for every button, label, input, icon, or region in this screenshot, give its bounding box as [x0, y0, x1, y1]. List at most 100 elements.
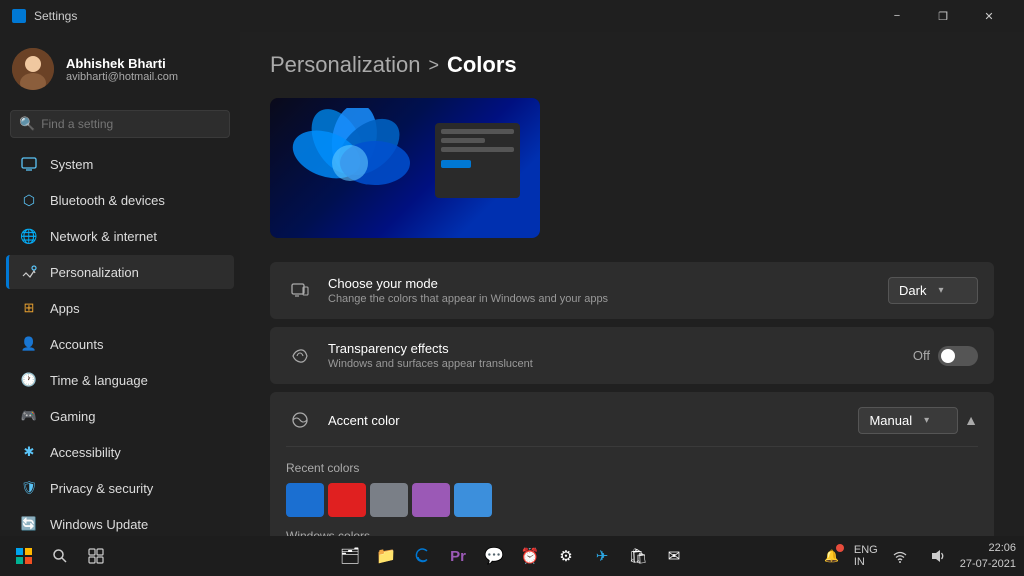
search-taskbar-button[interactable] [44, 540, 76, 572]
accent-dropdown-value: Manual [869, 413, 912, 428]
taskbar-feedback[interactable]: 💬 [478, 540, 510, 572]
breadcrumb-separator: > [428, 55, 439, 76]
sidebar-item-bluetooth[interactable]: ⬡ Bluetooth & devices [6, 183, 234, 217]
clock-date: 27-07-2021 [960, 556, 1016, 573]
sidebar-item-privacy[interactable]: 🛡 Privacy & security [6, 471, 234, 505]
sidebar-item-time-label: Time & language [50, 373, 148, 388]
sidebar-item-windows-update-label: Windows Update [50, 517, 148, 532]
mode-text: Choose your mode Change the colors that … [328, 276, 874, 305]
search-input[interactable] [41, 117, 221, 131]
taskbar-language[interactable]: ENGIN [854, 544, 878, 568]
task-view-button[interactable] [80, 540, 112, 572]
accent-section: Accent color Manual ▾ ▲ Recent colors Wi… [270, 392, 994, 536]
avatar [12, 48, 54, 90]
taskbar-store[interactable]: 🛍 [622, 540, 654, 572]
recent-colors-label: Recent colors [286, 461, 978, 475]
recent-color-swatches [286, 483, 978, 517]
mode-title: Choose your mode [328, 276, 874, 291]
sidebar-item-gaming-label: Gaming [50, 409, 96, 424]
preview-container [270, 98, 540, 238]
recent-color-swatch[interactable] [286, 483, 324, 517]
preview-line-3 [441, 147, 514, 152]
recent-color-swatch[interactable] [412, 483, 450, 517]
sidebar-item-accessibility[interactable]: ✱ Accessibility [6, 435, 234, 469]
network-icon: 🌐 [20, 227, 38, 245]
transparency-text: Transparency effects Windows and surface… [328, 341, 899, 370]
transparency-toggle[interactable] [938, 346, 978, 366]
mode-desc: Change the colors that appear in Windows… [328, 293, 874, 305]
windows-colors-label: Windows colors [286, 529, 978, 536]
accent-header: Accent color Manual ▾ ▲ [286, 406, 978, 447]
start-button[interactable] [8, 540, 40, 572]
recent-color-swatch[interactable] [454, 483, 492, 517]
recent-colors-section: Recent colors [286, 461, 978, 517]
sidebar-item-privacy-label: Privacy & security [50, 481, 153, 496]
sidebar-item-accounts[interactable]: 👤 Accounts [6, 327, 234, 361]
avatar-image [12, 48, 54, 90]
minimize-button[interactable]: − [874, 0, 920, 32]
windows-update-icon: 🔄 [20, 515, 38, 533]
window-controls: − ❐ ✕ [874, 0, 1012, 32]
taskbar-left [8, 540, 112, 572]
accessibility-icon: ✱ [20, 443, 38, 461]
mode-dropdown[interactable]: Dark ▾ [888, 277, 978, 304]
maximize-button[interactable]: ❐ [920, 0, 966, 32]
sidebar-item-network[interactable]: 🌐 Network & internet [6, 219, 234, 253]
notification-badge[interactable]: 🔔 [816, 540, 848, 572]
taskbar-explorer[interactable]: 📁 [370, 540, 402, 572]
user-email: avibharti@hotmail.com [66, 71, 228, 83]
taskbar-premiere[interactable]: Pr [442, 540, 474, 572]
taskbar-settings-pinned[interactable]: ⚙ [550, 540, 582, 572]
taskbar: 🗂 📁 Pr 💬 ⏰ ⚙ ✈ 🛍 ✉ 🔔 ENGIN [0, 536, 1024, 576]
accent-expand-icon[interactable]: ▲ [964, 412, 978, 428]
taskbar-edge[interactable] [406, 540, 438, 572]
sidebar-item-time[interactable]: 🕐 Time & language [6, 363, 234, 397]
accent-controls[interactable]: Manual ▾ ▲ [858, 407, 978, 434]
bluetooth-icon: ⬡ [20, 191, 38, 209]
taskbar-widgets[interactable]: 🗂 [334, 540, 366, 572]
apps-icon: ⊞ [20, 299, 38, 317]
preview-window-button [441, 160, 471, 168]
taskbar-mail[interactable]: ✉ [658, 540, 690, 572]
time-icon: 🕐 [20, 371, 38, 389]
gaming-icon: 🎮 [20, 407, 38, 425]
search-box[interactable]: 🔍 [10, 110, 230, 138]
sidebar-item-personalization-label: Personalization [50, 265, 139, 280]
transparency-title: Transparency effects [328, 341, 899, 356]
sidebar-item-apps[interactable]: ⊞ Apps [6, 291, 234, 325]
recent-color-swatch[interactable] [370, 483, 408, 517]
user-profile[interactable]: Abhishek Bharti avibharti@hotmail.com [0, 32, 240, 106]
sidebar-item-gaming[interactable]: 🎮 Gaming [6, 399, 234, 433]
sidebar-item-bluetooth-label: Bluetooth & devices [50, 193, 165, 208]
clock[interactable]: 22:06 27-07-2021 [960, 540, 1016, 573]
breadcrumb-parent[interactable]: Personalization [270, 52, 420, 78]
transparency-toggle-label: Off [913, 348, 930, 363]
mode-dropdown-value: Dark [899, 283, 926, 298]
transparency-icon [286, 342, 314, 370]
taskbar-telegram[interactable]: ✈ [586, 540, 618, 572]
sidebar-item-system[interactable]: System [6, 147, 234, 181]
sidebar-item-personalization[interactable]: Personalization [6, 255, 234, 289]
preview-line-2 [441, 138, 485, 143]
mode-control[interactable]: Dark ▾ [888, 277, 978, 304]
recent-color-swatch[interactable] [328, 483, 366, 517]
search-icon: 🔍 [19, 116, 35, 132]
close-button[interactable]: ✕ [966, 0, 1012, 32]
accounts-icon: 👤 [20, 335, 38, 353]
accent-title: Accent color [328, 413, 844, 428]
transparency-desc: Windows and surfaces appear translucent [328, 358, 899, 370]
accent-icon [286, 406, 314, 434]
user-name: Abhishek Bharti [66, 56, 228, 71]
taskbar-clock[interactable]: ⏰ [514, 540, 546, 572]
accent-dropdown[interactable]: Manual ▾ [858, 407, 958, 434]
sidebar-item-windows-update[interactable]: 🔄 Windows Update [6, 507, 234, 536]
sidebar-item-apps-label: Apps [50, 301, 80, 316]
system-icon [20, 155, 38, 173]
privacy-icon: 🛡 [20, 479, 38, 497]
breadcrumb: Personalization > Colors [270, 52, 994, 78]
titlebar-left: Settings [12, 9, 77, 23]
volume-icon[interactable] [922, 540, 954, 572]
transparency-control[interactable]: Off [913, 346, 978, 366]
preview-window [435, 123, 520, 198]
wifi-icon[interactable] [884, 540, 916, 572]
